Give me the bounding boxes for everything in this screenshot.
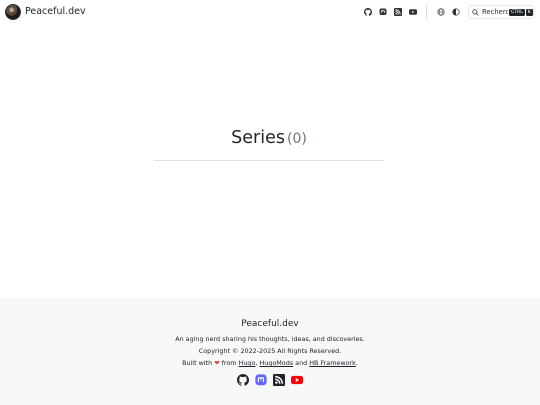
mastodon-icon[interactable] [255, 374, 267, 386]
page-title: Series (0) [154, 128, 384, 148]
rss-icon[interactable] [273, 374, 285, 386]
built-with-text: Built with [182, 359, 213, 367]
title-divider [154, 160, 384, 161]
search-placeholder: Recherche [482, 8, 508, 16]
footer-socials [0, 374, 540, 386]
youtube-icon[interactable] [408, 7, 418, 17]
built-from-text: from [221, 359, 237, 367]
hb-framework-link[interactable]: HB Framework [309, 359, 356, 367]
page-title-text: Series [231, 128, 285, 148]
hugomods-link[interactable]: HugoMods [259, 359, 293, 367]
site-footer: Peaceful.dev An aging nerd sharing his t… [0, 298, 540, 405]
footer-site-name: Peaceful.dev [241, 319, 299, 329]
hugo-link[interactable]: Hugo [239, 359, 256, 367]
search-box[interactable]: Recherche CTRL K [468, 5, 534, 19]
search-icon [472, 8, 479, 16]
footer-built-with: Built with ❤ from Hugo, HugoMods and HB … [182, 359, 358, 367]
heart-icon: ❤ [214, 359, 220, 367]
navbar-actions: Recherche CTRL K [358, 5, 534, 19]
theme-toggle-icon[interactable] [451, 7, 461, 17]
shortcut-k-key: K [525, 8, 533, 16]
mastodon-icon[interactable] [378, 7, 388, 17]
youtube-icon[interactable] [291, 374, 303, 386]
language-globe-icon[interactable] [436, 7, 446, 17]
github-icon[interactable] [237, 374, 249, 386]
rss-icon[interactable] [393, 7, 403, 17]
avatar [5, 4, 21, 20]
period-text: . [355, 359, 358, 367]
site-name: Peaceful.dev [25, 6, 86, 17]
navbar-divider [426, 6, 427, 18]
footer-copyright: Copyright © 2022-2025 All Rights Reserve… [198, 347, 342, 355]
series-count: (0) [286, 131, 307, 147]
github-icon[interactable] [363, 7, 373, 17]
footer-tagline: An aging nerd sharing his thoughts, idea… [175, 335, 365, 343]
and-text: and [295, 359, 308, 367]
shortcut-ctrl-key: CTRL [509, 8, 525, 16]
site-brand-link[interactable]: Peaceful.dev [5, 4, 86, 20]
top-navbar: Peaceful.dev Recherche CTRL K [0, 0, 540, 24]
